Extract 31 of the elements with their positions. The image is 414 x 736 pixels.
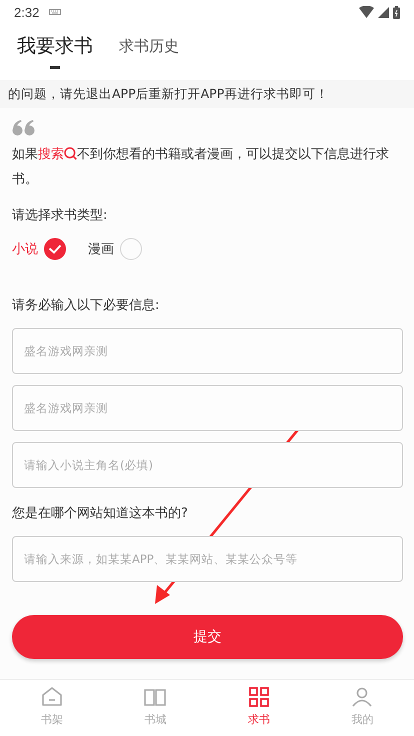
tab[interactable]: 我要求书: [17, 24, 93, 69]
quote-icon: [12, 120, 36, 136]
grid-icon: [248, 686, 270, 708]
search-icon: [64, 147, 77, 160]
battery-icon: [393, 6, 400, 18]
book-icon: [144, 686, 166, 708]
check-icon: [48, 244, 62, 254]
input-field[interactable]: 盛名游戏网亲测: [12, 385, 403, 431]
status-time: 2:32: [14, 4, 40, 20]
person-icon: [351, 686, 374, 708]
radio-option[interactable]: 小说: [12, 238, 66, 260]
signal-icon: [378, 6, 389, 18]
wifi-icon: [359, 6, 374, 18]
tab[interactable]: 求书历史: [119, 24, 179, 69]
input-field[interactable]: 请输入小说主角名(必填): [12, 442, 403, 488]
nav-item[interactable]: 我的: [310, 680, 414, 736]
radio-option[interactable]: 漫画: [88, 238, 142, 260]
search-link[interactable]: 搜索: [38, 147, 77, 162]
section-label: 您是在哪个网站知道这本书的?: [12, 505, 189, 522]
nav-item[interactable]: 书城: [104, 680, 207, 736]
intro-text: 如果搜索 不到你想看的书籍或者漫画，可以提交以下信息进行求书。: [12, 146, 390, 189]
nav-item[interactable]: 求书: [207, 680, 310, 736]
submit-button[interactable]: 提交: [12, 615, 403, 659]
notice-text: 的问题，请先退出APP后重新打开APP再进行求书即可！: [8, 86, 328, 102]
nav-item[interactable]: 书架: [0, 680, 104, 736]
keyboard-icon: [49, 9, 62, 15]
section-label: 请务必输入以下必要信息:: [12, 297, 160, 314]
section-label: 请选择求书类型:: [12, 207, 108, 224]
input-field[interactable]: 盛名游戏网亲测: [12, 328, 403, 374]
house-icon: [40, 686, 63, 708]
input-field[interactable]: 请输入来源，如某某APP、某某网站、某某公众号等: [12, 536, 403, 582]
